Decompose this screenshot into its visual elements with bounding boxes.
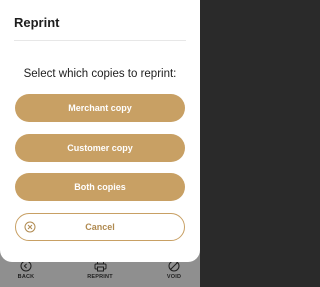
cancel-label: Cancel <box>85 222 115 232</box>
dialog-title: Reprint <box>14 15 60 30</box>
merchant-copy-button[interactable]: Merchant copy <box>15 94 185 122</box>
customer-copy-button[interactable]: Customer copy <box>15 134 185 162</box>
cancel-circle-icon <box>24 221 36 233</box>
nav-reprint-button[interactable]: REPRINT <box>80 260 120 287</box>
dialog-prompt: Select which copies to reprint: <box>23 68 177 80</box>
nav-back-label: BACK <box>17 274 35 280</box>
title-divider <box>14 40 186 41</box>
nav-reprint-label: REPRINT <box>87 274 113 280</box>
nav-void-label: VOID <box>166 274 182 280</box>
nav-void-button[interactable]: VOID <box>154 260 194 287</box>
both-copies-button[interactable]: Both copies <box>15 173 185 201</box>
cancel-button[interactable]: Cancel <box>15 213 185 241</box>
nav-back-button[interactable]: BACK <box>6 260 46 287</box>
reprint-dialog: Reprint Select which copies to reprint: … <box>0 0 200 262</box>
